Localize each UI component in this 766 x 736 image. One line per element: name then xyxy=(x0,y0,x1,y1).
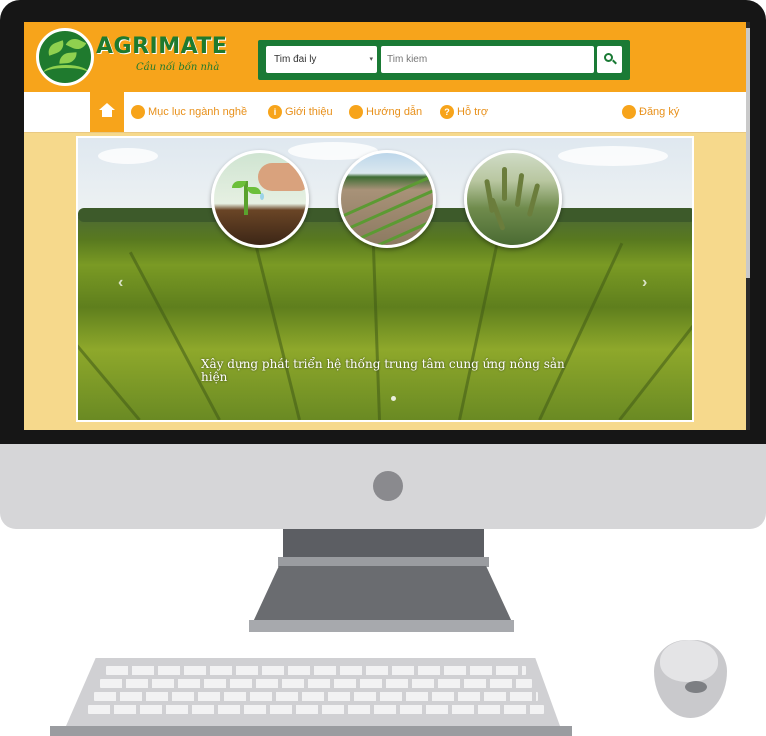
home-icon xyxy=(99,103,115,110)
monitor-base xyxy=(249,620,514,632)
nav-home-button[interactable] xyxy=(90,92,124,132)
website-screen: AGRIMATE Cầu nối bốn nhà Tim đai ly ▾ Ti… xyxy=(24,22,746,430)
help-icon: ? xyxy=(440,105,454,119)
chevron-left-icon[interactable]: ‹ xyxy=(118,274,123,292)
monitor-neck xyxy=(283,529,484,559)
mouse-top xyxy=(660,640,718,682)
search-input[interactable]: Tim kiem xyxy=(381,46,594,73)
guide-icon xyxy=(349,105,363,119)
brand-name[interactable]: AGRIMATE xyxy=(96,34,227,59)
monitor-stand xyxy=(253,566,512,622)
search-button[interactable] xyxy=(597,46,622,73)
nav-item-guide[interactable]: Hướng dẫn xyxy=(349,92,422,132)
wheat-photo xyxy=(464,150,562,248)
search-category-select[interactable]: Tim đai ly ▾ xyxy=(266,46,377,73)
nav-item-label: Hướng dẫn xyxy=(366,106,423,118)
user-icon xyxy=(622,105,636,119)
keyboard xyxy=(66,658,560,726)
chevron-right-icon[interactable]: › xyxy=(642,274,647,292)
logo-icon[interactable] xyxy=(36,28,94,86)
main-nav: Mục lục ngành nghề i Giới thiệu Hướng dẫ… xyxy=(24,92,746,133)
nav-item-catalog[interactable]: Mục lục ngành nghề xyxy=(131,92,247,132)
mouse-button xyxy=(685,681,707,693)
scrollbar-thumb[interactable] xyxy=(746,28,750,278)
slide-caption: Xây dựng phát triển hệ thống trung tâm c… xyxy=(201,357,565,384)
monitor-neck-band xyxy=(278,557,489,567)
carousel-indicator[interactable] xyxy=(391,396,396,401)
seedling-photo xyxy=(211,150,309,248)
nav-item-label: Mục lục ngành nghề xyxy=(148,106,248,118)
keyboard-edge xyxy=(50,726,572,736)
monitor-logo xyxy=(373,471,403,501)
hero-carousel[interactable]: ‹ › Xây dựng phát triển hệ thống trung t… xyxy=(76,136,694,422)
nav-register-link[interactable]: Đăng ký xyxy=(622,92,679,132)
crop-rows-photo xyxy=(338,150,436,248)
chevron-down-icon: ▾ xyxy=(369,56,373,63)
search-category-value: Tim đai ly xyxy=(274,54,317,65)
book-icon xyxy=(131,105,145,119)
nav-item-label: Hỗ trợ xyxy=(457,106,489,118)
info-icon: i xyxy=(268,105,282,119)
nav-item-about[interactable]: i Giới thiệu xyxy=(268,92,333,132)
nav-item-label: Giới thiệu xyxy=(285,106,333,118)
brand-tagline: Cầu nối bốn nhà xyxy=(136,62,220,73)
search-bar: Tim đai ly ▾ Tim kiem xyxy=(258,40,630,80)
nav-item-support[interactable]: ? Hỗ trợ xyxy=(440,92,488,132)
site-header: AGRIMATE Cầu nối bốn nhà Tim đai ly ▾ Ti… xyxy=(24,22,746,92)
nav-register-label: Đăng ký xyxy=(639,106,680,118)
